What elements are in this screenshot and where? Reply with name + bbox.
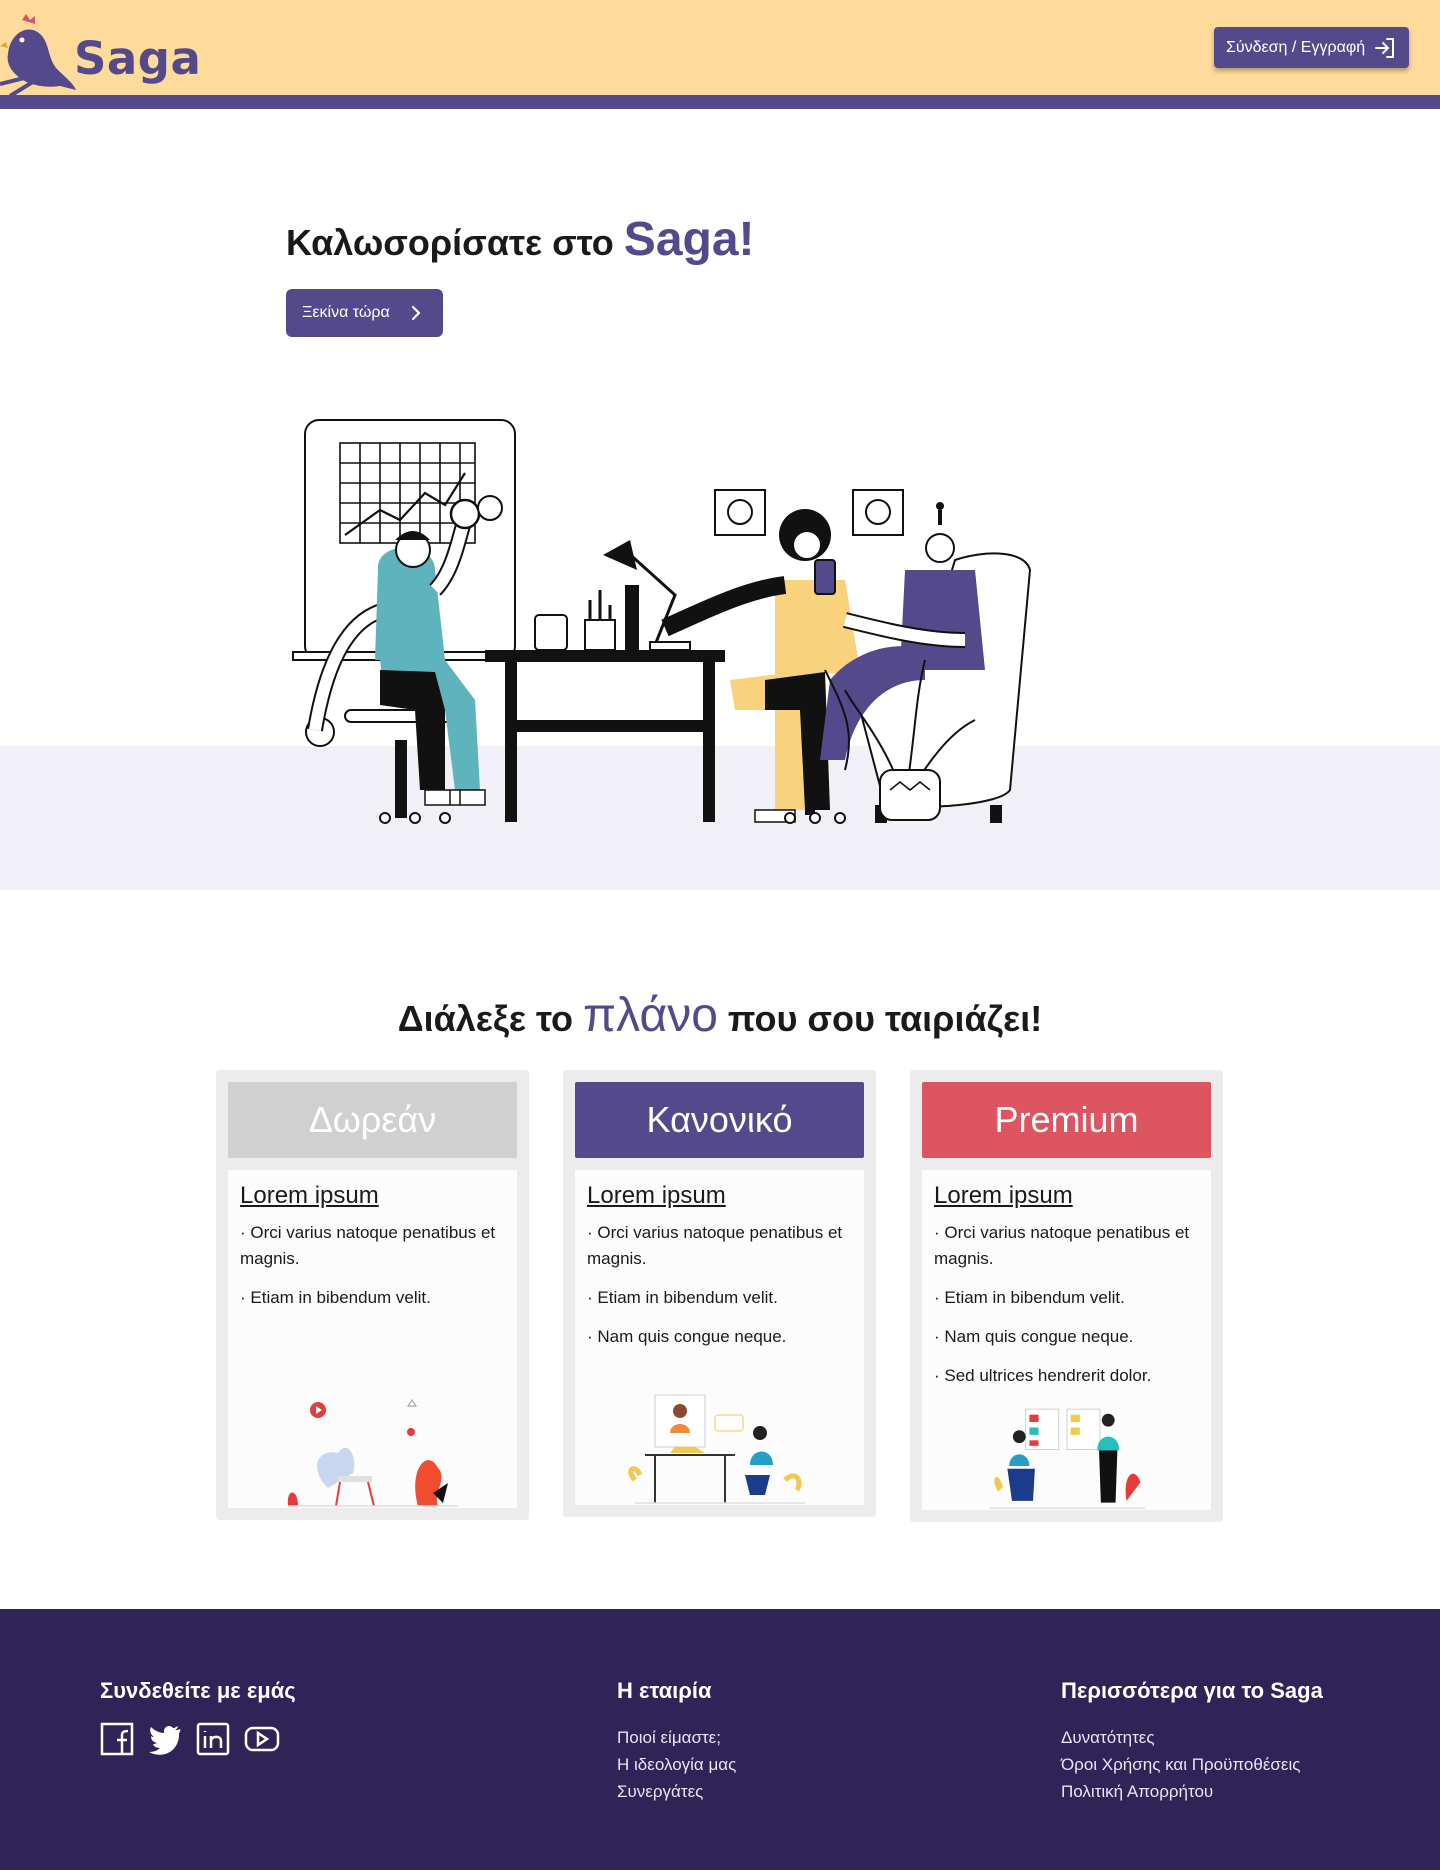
start-now-button[interactable]: Ξεκίνα τώρα <box>286 289 443 337</box>
plan-feature: · Sed ultrices hendrerit dolor. <box>934 1366 1152 1385</box>
plans-title-accent: πλάνο <box>583 989 718 1042</box>
plan-feature: · Nam quis congue neque. <box>587 1327 787 1346</box>
hero-title-brand: Saga! <box>623 213 755 266</box>
plan-name: Δωρεάν <box>308 1099 437 1140</box>
linkedin-icon[interactable] <box>196 1722 230 1756</box>
plan-feature: · Orci varius natoque penatibus et magni… <box>240 1223 496 1268</box>
site-footer: Συνδεθείτε με εμάς Η εταιρία Ποιοί είμασ… <box>0 1609 1440 1870</box>
hero-title-prefix: Καλωσορίσατε στο <box>286 222 614 263</box>
site-header: Saga Σύνδεση / Εγγραφή <box>0 0 1440 96</box>
footer-more-title: Περισσότερα για το Saga <box>1061 1678 1323 1703</box>
plan-subtitle: Lorem ipsum <box>240 1182 379 1209</box>
login-register-label: Σύνδεση / Εγγραφή <box>1226 38 1366 56</box>
footer-link-features[interactable]: Δυνατότητες <box>1061 1724 1323 1751</box>
plan-card-regular[interactable]: Κανονικό Lorem ipsum · Orci varius natoq… <box>563 1070 876 1517</box>
brand-name: Saga <box>74 32 202 85</box>
plan-feature: · Etiam in bibendum velit. <box>587 1288 778 1307</box>
plan-card-premium[interactable]: Premium Lorem ipsum · Orci varius natoqu… <box>910 1070 1223 1522</box>
plans-title: Διάλεξε το πλάνο που σου ταιριάζει! <box>0 988 1440 1043</box>
footer-link-privacy[interactable]: Πολιτική Απορρήτου <box>1061 1778 1323 1805</box>
plan-card-body: Lorem ipsum · Orci varius natoque penati… <box>575 1170 864 1505</box>
hero-title: Καλωσορίσατε στο Saga! <box>286 212 755 267</box>
plan-card-free[interactable]: Δωρεάν Lorem ipsum · Orci varius natoque… <box>216 1070 529 1520</box>
plan-card-body: Lorem ipsum · Orci varius natoque penati… <box>228 1170 517 1508</box>
facebook-icon[interactable] <box>100 1722 134 1756</box>
plan-card-header: Κανονικό <box>575 1082 864 1158</box>
saga-logo[interactable]: Saga <box>0 14 202 96</box>
header-stripe <box>0 95 1440 109</box>
plan-free-illustration <box>287 1399 458 1507</box>
footer-link-partners[interactable]: Συνεργάτες <box>617 1778 736 1805</box>
footer-connect-title: Συνδεθείτε με εμάς <box>100 1678 296 1703</box>
plan-subtitle: Lorem ipsum <box>934 1182 1073 1209</box>
office-team-illustration <box>292 419 1032 824</box>
plans-title-suffix: που σου ταιριάζει! <box>727 998 1043 1039</box>
plan-card-header: Δωρεάν <box>228 1082 517 1158</box>
start-now-label: Ξεκίνα τώρα <box>302 304 390 321</box>
plan-card-body: Lorem ipsum · Orci varius natoque penati… <box>922 1170 1211 1510</box>
plan-card-header: Premium <box>922 1082 1211 1158</box>
bird-logo-icon <box>0 14 77 96</box>
plan-feature: · Nam quis congue neque. <box>934 1327 1134 1346</box>
plan-feature: · Etiam in bibendum velit. <box>240 1288 431 1307</box>
plan-name: Κανονικό <box>646 1099 793 1140</box>
plan-feature: · Etiam in bibendum velit. <box>934 1288 1125 1307</box>
social-links <box>100 1722 296 1756</box>
footer-company-title: Η εταιρία <box>617 1678 712 1703</box>
twitter-icon[interactable] <box>148 1722 182 1756</box>
footer-link-ideology[interactable]: Η ιδεολογία μας <box>617 1751 736 1778</box>
chevron-right-icon <box>411 305 421 321</box>
plan-subtitle: Lorem ipsum <box>587 1182 726 1209</box>
login-arrow-icon <box>1375 38 1394 58</box>
plan-premium-illustration <box>989 1408 1145 1509</box>
plan-name: Premium <box>994 1099 1139 1140</box>
plan-feature: · Orci varius natoque penatibus et magni… <box>587 1223 843 1268</box>
footer-more: Περισσότερα για το Saga Δυνατότητες Όροι… <box>1061 1678 1323 1805</box>
footer-link-about[interactable]: Ποιοί είμαστε; <box>617 1724 736 1751</box>
plan-feature: · Orci varius natoque penatibus et magni… <box>934 1223 1190 1268</box>
footer-connect: Συνδεθείτε με εμάς <box>100 1678 296 1756</box>
plan-regular-illustration <box>628 1394 805 1504</box>
plans-title-prefix: Διάλεξε το <box>397 998 574 1039</box>
youtube-icon[interactable] <box>244 1722 280 1756</box>
footer-link-terms[interactable]: Όροι Χρήσης και Προϋποθέσεις <box>1061 1751 1323 1778</box>
login-register-button[interactable]: Σύνδεση / Εγγραφή <box>1214 27 1409 68</box>
footer-company: Η εταιρία Ποιοί είμαστε; Η ιδεολογία μας… <box>617 1678 736 1805</box>
